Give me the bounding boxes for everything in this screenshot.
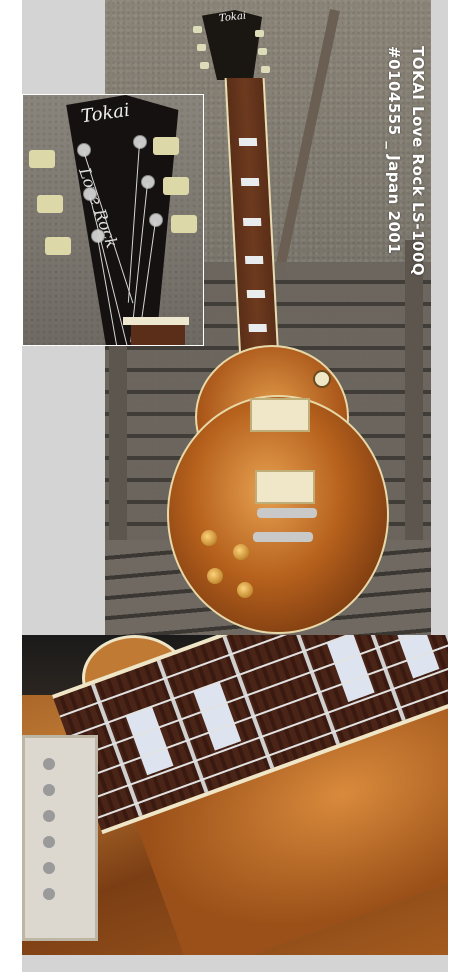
tuner-post xyxy=(141,175,155,189)
fret-inlay xyxy=(244,256,264,264)
tuner-peg xyxy=(197,44,206,51)
tone-knob xyxy=(233,544,249,560)
tuner-button xyxy=(163,177,189,195)
pole-piece xyxy=(43,836,55,848)
tone-knob xyxy=(237,582,253,598)
fret-inlay xyxy=(240,178,260,186)
neck-pickup xyxy=(250,398,310,432)
pole-piece xyxy=(43,810,55,822)
fret-inlay xyxy=(238,138,258,146)
block-inlay xyxy=(125,705,174,776)
bridge-pickup xyxy=(255,470,315,504)
guitar-caption: TOKAI Love Rock LS-100Q #0104555 _ Japan… xyxy=(370,46,430,306)
caption-model: TOKAI Love Rock LS-100Q xyxy=(409,46,427,277)
tuner-button xyxy=(45,237,71,255)
fret-inlay xyxy=(242,218,262,226)
pole-piece xyxy=(43,784,55,796)
tuner-button xyxy=(37,195,63,213)
stop-tailpiece xyxy=(253,532,313,542)
tuner-peg xyxy=(258,48,267,55)
volume-knob xyxy=(201,530,217,546)
block-inlay xyxy=(326,635,375,703)
tuner-post xyxy=(149,213,163,227)
tuner-button xyxy=(171,215,197,233)
tune-o-matic-bridge xyxy=(257,508,317,518)
tuner-post xyxy=(133,135,147,149)
pole-piece xyxy=(43,862,55,874)
volume-knob xyxy=(207,568,223,584)
headstock-inset-photo: Tokai Love Rock xyxy=(22,94,204,346)
nut xyxy=(123,317,189,325)
closeup-neck-pickup xyxy=(22,735,98,941)
wooden-stick xyxy=(273,8,340,276)
tuner-button xyxy=(153,137,179,155)
fret-inlay xyxy=(248,324,267,332)
tuner-peg xyxy=(261,66,270,73)
caption-serial: #0104555 _ Japan 2001 xyxy=(385,46,403,255)
tuner-peg xyxy=(255,30,264,37)
tuner-button xyxy=(29,150,55,168)
fret-inlay xyxy=(246,290,266,298)
toggle-switch xyxy=(313,370,331,388)
pole-piece xyxy=(43,888,55,900)
inset-headstock xyxy=(66,95,179,345)
inset-neck xyxy=(131,325,185,345)
fretboard-closeup-photo xyxy=(22,635,448,955)
block-inlay xyxy=(192,680,242,751)
tuner-peg xyxy=(200,62,209,69)
pole-piece xyxy=(43,758,55,770)
tuner-peg xyxy=(193,26,202,33)
